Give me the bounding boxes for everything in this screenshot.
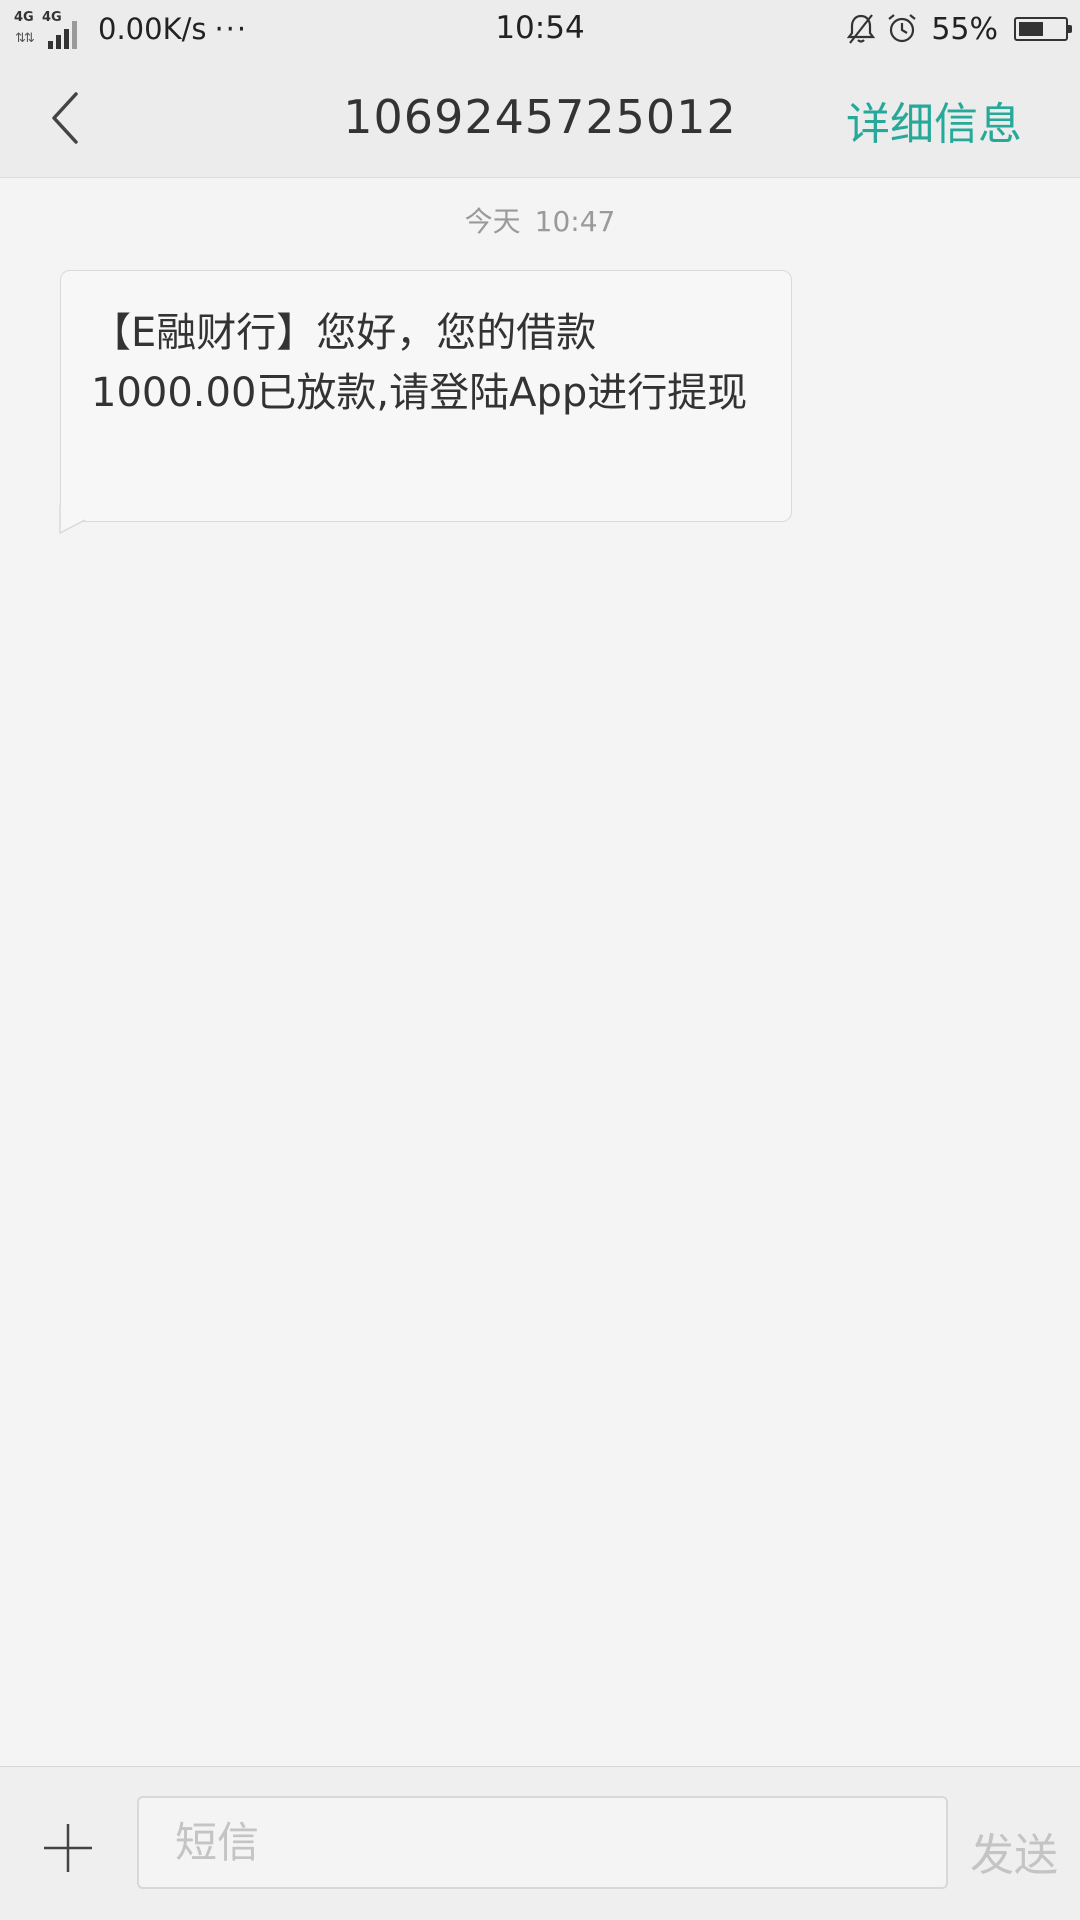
bell-mute-icon (845, 12, 877, 46)
send-button[interactable]: 发送 (970, 1819, 1058, 1883)
battery-percent: 55% (931, 11, 998, 47)
composer-bar: 发送 (0, 1766, 1080, 1920)
time-label: 10:47 (534, 205, 616, 238)
battery-icon (1014, 17, 1072, 41)
status-right: 55% (845, 8, 1072, 50)
status-bar: 4G 4G ⇅⇅ 0.00K/s ··· 10:54 55% (0, 0, 1080, 58)
message-input[interactable] (137, 1796, 948, 1889)
conversation-header: 1069245725012 详细信息 (0, 58, 1080, 178)
message-bubble-incoming[interactable]: 【E融财行】您好，您的借款1000.00已放款,请登陆App进行提现 (60, 270, 792, 522)
alarm-clock-icon (885, 12, 919, 46)
battery-level (1019, 22, 1044, 36)
details-button[interactable]: 详细信息 (846, 88, 1022, 152)
message-timestamp: 今天 10:47 (0, 200, 1080, 240)
bubble-tail (59, 505, 86, 535)
message-text: 【E融财行】您好，您的借款1000.00已放款,请登陆App进行提现 (91, 310, 748, 416)
date-label: 今天 (464, 205, 521, 238)
plus-icon[interactable] (42, 1822, 94, 1874)
